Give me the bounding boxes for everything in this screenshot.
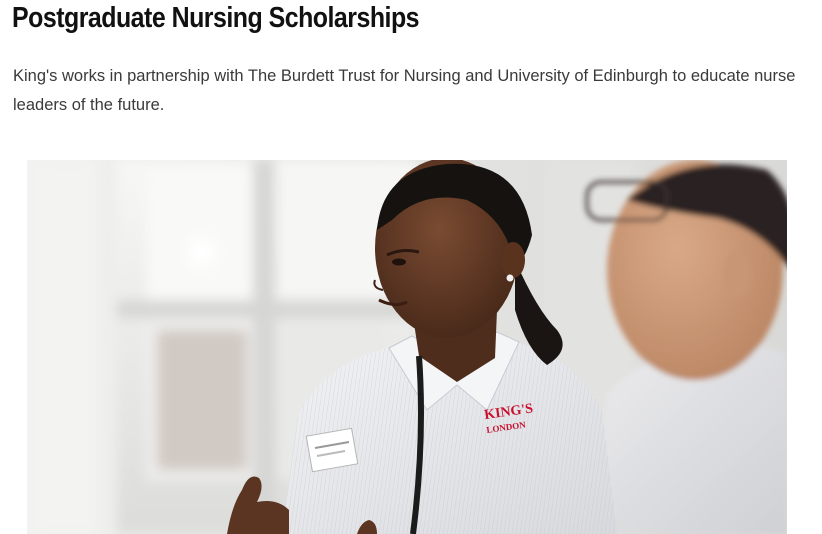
hero-image: KING'S LONDON: [27, 160, 787, 534]
intro-paragraph: King's works in partnership with The Bur…: [13, 67, 796, 114]
nurses-photo: KING'S LONDON: [27, 160, 787, 534]
page-title: Postgraduate Nursing Scholarships: [12, 2, 420, 34]
